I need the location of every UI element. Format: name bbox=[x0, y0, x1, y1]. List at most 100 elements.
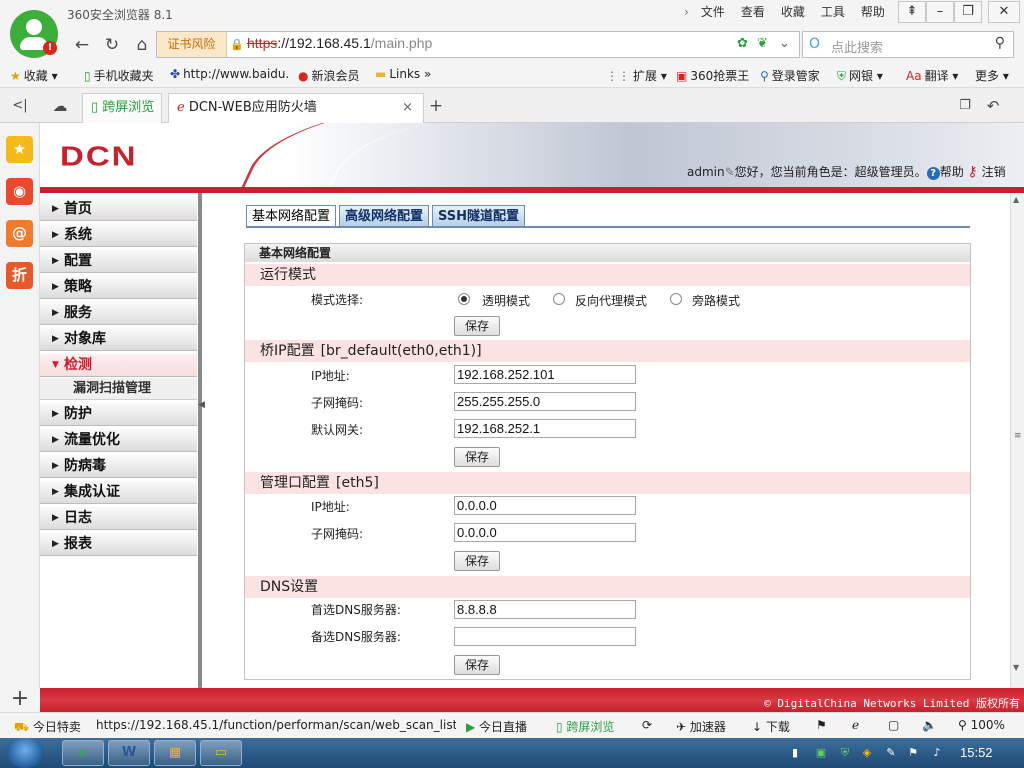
search-input[interactable]: 点此搜索 bbox=[831, 37, 883, 56]
tray-media-icon[interactable]: ▮ bbox=[788, 746, 802, 760]
leaf-icon[interactable]: ❦ bbox=[757, 36, 768, 51]
volume-icon[interactable]: 🔈 bbox=[922, 718, 937, 732]
bookmark-more[interactable]: 更多 ▾ bbox=[975, 67, 1009, 84]
search-engine-icon[interactable]: O bbox=[809, 36, 820, 52]
bridge-gateway-input[interactable]: 192.168.252.1 bbox=[454, 419, 636, 438]
taskbar-clock[interactable]: 15:52 bbox=[960, 745, 993, 760]
nav-detection[interactable]: ▼ 检测 bbox=[40, 354, 197, 377]
mgmt-ip-input[interactable]: 0.0.0.0 bbox=[454, 496, 636, 515]
nav-protection[interactable]: ▶ 防护 bbox=[40, 403, 197, 426]
taskbar-package-icon[interactable]: ▦ bbox=[154, 740, 196, 766]
mgmt-mask-input[interactable]: 0.0.0.0 bbox=[454, 523, 636, 542]
menu-chevron-icon[interactable]: › bbox=[680, 4, 693, 20]
nav-reports[interactable]: ▶ 报表 bbox=[40, 533, 197, 556]
tab-basic-network[interactable]: 基本网络配置 bbox=[246, 205, 337, 227]
tray-volume-icon[interactable]: ♪ bbox=[930, 746, 944, 760]
close-window-button[interactable]: ✕ bbox=[988, 1, 1020, 23]
favorites-star-icon[interactable]: ★ bbox=[6, 136, 33, 163]
save-mgmt-button[interactable]: 保存 bbox=[454, 551, 500, 571]
taskbar-folder-icon[interactable]: ▭ bbox=[200, 740, 242, 766]
save-run-mode-button[interactable]: 保存 bbox=[454, 316, 500, 336]
scroll-grip-icon[interactable]: ≡ bbox=[1014, 431, 1022, 441]
sidebar-add-icon[interactable]: + bbox=[0, 688, 40, 712]
window-icon[interactable]: ▢ bbox=[888, 718, 899, 732]
tray-network-icon[interactable]: ◈ bbox=[860, 746, 874, 760]
broken-lock-icon[interactable]: 🔒 bbox=[230, 38, 244, 51]
nav-objects[interactable]: ▶ 对象库 bbox=[40, 328, 197, 351]
edit-icon[interactable]: ✎ bbox=[725, 165, 735, 179]
radio-reverse-proxy[interactable] bbox=[553, 293, 565, 305]
tab-ssh-tunnel[interactable]: SSH隧道配置 bbox=[432, 205, 526, 227]
menu-favorites[interactable]: 收藏 bbox=[773, 4, 813, 20]
status-cross-screen[interactable]: ▯ 跨屏浏览 bbox=[556, 718, 614, 735]
tab-cross-screen[interactable]: ▯ 跨屏浏览 bbox=[82, 93, 162, 123]
bookmark-translate[interactable]: Aa 翻译 ▾ bbox=[906, 67, 958, 84]
home-icon[interactable]: ⌂ bbox=[130, 33, 154, 57]
key-icon[interactable]: ⚷ bbox=[968, 164, 978, 180]
ie-mode-icon[interactable]: ℯ bbox=[852, 718, 859, 732]
skin-button[interactable]: ⇞ bbox=[898, 1, 926, 23]
taskbar-word-icon[interactable]: W bbox=[108, 740, 150, 766]
save-bridge-button[interactable]: 保存 bbox=[454, 447, 500, 467]
mail-at-icon[interactable]: @ bbox=[6, 220, 33, 247]
logout-link[interactable]: 注销 bbox=[982, 165, 1006, 179]
bookmark-login[interactable]: ⚲ 登录管家 bbox=[760, 67, 820, 84]
url-text[interactable]: https://192.168.45.1/main.php bbox=[247, 35, 432, 51]
tray-pen-icon[interactable]: ✎ bbox=[884, 746, 898, 760]
label-bypass[interactable]: 旁路模式 bbox=[692, 292, 740, 309]
bridge-mask-input[interactable]: 255.255.255.0 bbox=[454, 392, 636, 411]
discount-icon[interactable]: 折 bbox=[6, 262, 33, 289]
bookmark-baidu[interactable]: ✤ http://www.baidu. bbox=[170, 67, 289, 81]
bridge-ip-input[interactable]: 192.168.252.101 bbox=[454, 365, 636, 384]
flag-icon[interactable]: ⚑ bbox=[816, 718, 827, 732]
tab-dcn-waf[interactable]: ℯ DCN-WEB应用防火墙 × bbox=[168, 93, 424, 123]
nav-traffic[interactable]: ▶ 流量优化 bbox=[40, 429, 197, 452]
search-box[interactable]: O 点此搜索 ⚲ bbox=[802, 31, 1014, 58]
taskbar-browser-icon[interactable]: ℯ bbox=[62, 740, 104, 766]
restore-tabs-icon[interactable]: ❐ bbox=[953, 94, 977, 118]
zoom-level[interactable]: ⚲ 100% bbox=[958, 718, 1005, 732]
save-dns-button[interactable]: 保存 bbox=[454, 655, 500, 675]
weibo-icon[interactable]: ◉ bbox=[6, 178, 33, 205]
address-bar[interactable]: 证书风险 🔒 https://192.168.45.1/main.php ✿ ❦… bbox=[156, 31, 800, 58]
radio-bypass[interactable] bbox=[670, 293, 682, 305]
sidebar-toggle-icon[interactable]: <| bbox=[8, 94, 32, 118]
nav-auth[interactable]: ▶ 集成认证 bbox=[40, 481, 197, 504]
back-arrow-icon[interactable]: ← bbox=[70, 33, 94, 57]
search-icon[interactable]: ⚲ bbox=[995, 35, 1005, 51]
tray-shield-icon[interactable]: ⛨ bbox=[838, 746, 852, 760]
menu-help[interactable]: 帮助 bbox=[853, 4, 893, 20]
compat-icon[interactable]: ✿ bbox=[737, 36, 748, 51]
tab-advanced-network[interactable]: 高级网络配置 bbox=[339, 205, 430, 227]
label-transparent[interactable]: 透明模式 bbox=[482, 292, 530, 309]
restore-button[interactable]: ❐ bbox=[954, 1, 982, 23]
download[interactable]: ↓ 下载 bbox=[752, 718, 790, 735]
dns-secondary-input[interactable] bbox=[454, 627, 636, 646]
tray-green-icon[interactable]: ▣ bbox=[814, 746, 828, 760]
nav-vuln-scan[interactable]: 漏洞扫描管理 bbox=[40, 378, 197, 400]
nav-config[interactable]: ▶ 配置 bbox=[40, 250, 197, 273]
browser-logo-icon[interactable]: ! bbox=[10, 10, 58, 58]
bookmark-bank[interactable]: ⛨ 网银 ▾ bbox=[837, 67, 883, 84]
nav-policy[interactable]: ▶ 策略 bbox=[40, 276, 197, 299]
help-link[interactable]: 帮助 bbox=[940, 165, 964, 179]
scroll-up-icon[interactable]: ▲ bbox=[1013, 195, 1019, 204]
tray-flag-icon[interactable]: ⚑ bbox=[906, 746, 920, 760]
menu-tools[interactable]: 工具 bbox=[813, 4, 853, 20]
close-tab-icon[interactable]: × bbox=[402, 94, 413, 122]
dns-primary-input[interactable]: 8.8.8.8 bbox=[454, 600, 636, 619]
sync-icon[interactable]: ⟳ bbox=[642, 718, 652, 732]
nav-system[interactable]: ▶ 系统 bbox=[40, 224, 197, 247]
menu-view[interactable]: 查看 bbox=[733, 4, 773, 20]
menu-file[interactable]: 文件 bbox=[693, 4, 733, 20]
nav-logs[interactable]: ▶ 日志 bbox=[40, 507, 197, 530]
today-deal[interactable]: ⛟ 今日特卖 bbox=[14, 718, 81, 736]
undo-close-icon[interactable]: ↶ bbox=[981, 94, 1005, 118]
refresh-icon[interactable]: ↻ bbox=[100, 33, 124, 57]
cert-warning-badge[interactable]: 证书风险 bbox=[157, 32, 227, 57]
bookmark-links[interactable]: ▬ Links » bbox=[375, 67, 431, 81]
today-live[interactable]: ▶ 今日直播 bbox=[466, 718, 527, 735]
new-tab-icon[interactable]: + bbox=[424, 94, 448, 118]
nav-home[interactable]: ▶ 首页 bbox=[40, 198, 197, 221]
bookmark-extensions[interactable]: ⋮⋮ 扩展 ▾ bbox=[606, 67, 667, 84]
